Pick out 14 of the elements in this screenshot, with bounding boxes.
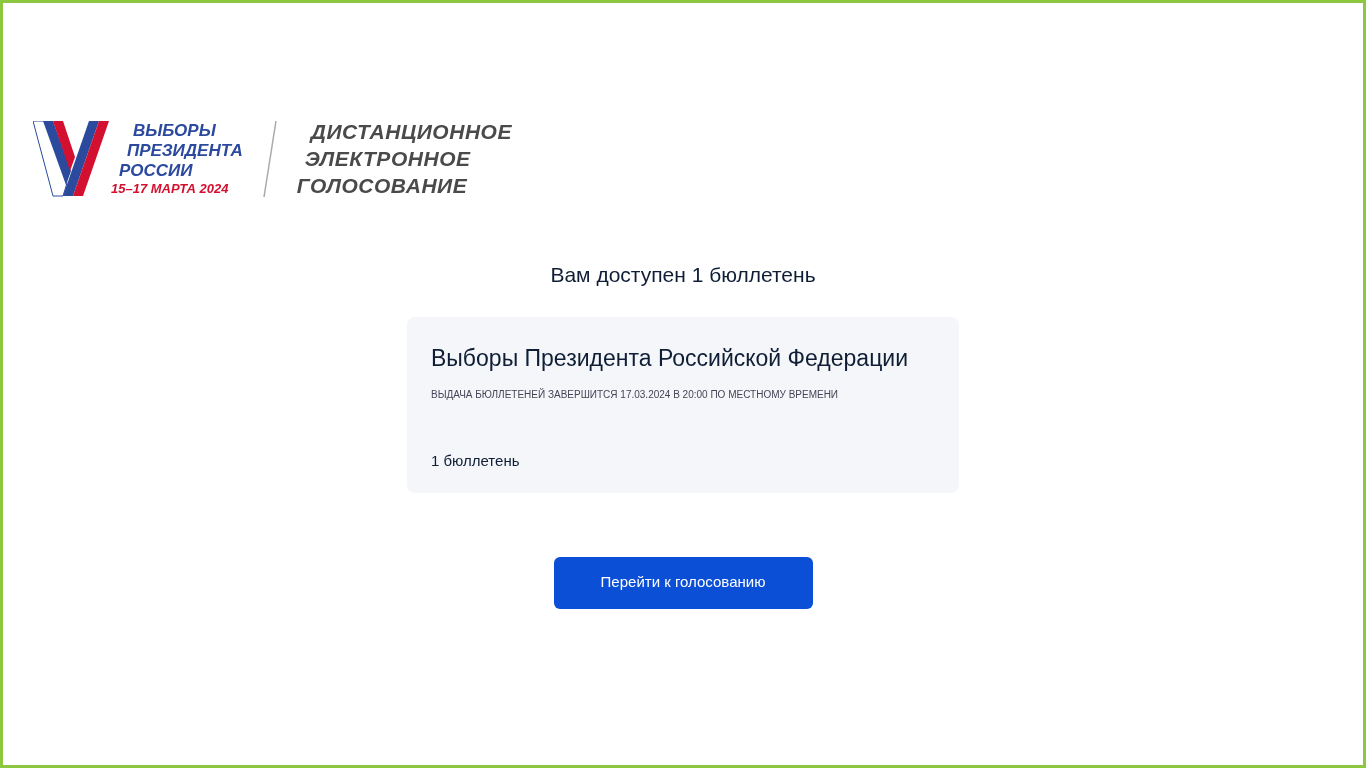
ballot-count: 1 бюллетень: [431, 451, 521, 471]
flag-tick-icon: [33, 120, 111, 197]
logo-text: ЭЛЕКТРОННОЕ: [304, 146, 472, 172]
logo-dates: 15–17 МАРТА 2024: [111, 180, 230, 197]
logo-text: ДИСТАНЦИОННОЕ: [310, 119, 512, 145]
logo-text: ГОЛОСОВАНИЕ: [296, 173, 469, 199]
vote-button[interactable]: Перейти к голосованию: [553, 556, 813, 609]
logo-text: ПРЕЗИДЕНТА: [127, 140, 243, 161]
ballot-card[interactable]: Выборы Президента Российской Федерации ВЫДАЧА БЮЛЛЕТЕНЕЙ ЗАВЕРШИТСЯ 17.03.2024 В 20:00 ПО МЕСТНОМУ ВРЕМЕНИ 1 бюллетень: [407, 316, 959, 493]
page-heading: Вам доступен 1 бюллетень: [549, 262, 817, 288]
logo-text: ВЫБОРЫ: [133, 120, 217, 141]
deadline-text: ВЫДАЧА БЮЛЛЕТЕНЕЙ ЗАВЕРШИТСЯ 17.03.2024 В 20:00 ПО МЕСТНОМУ ВРЕМЕНИ: [431, 387, 840, 402]
card-title: Выборы Президента Российской Федерации: [431, 343, 910, 373]
logo-text: РОССИИ: [119, 160, 194, 181]
